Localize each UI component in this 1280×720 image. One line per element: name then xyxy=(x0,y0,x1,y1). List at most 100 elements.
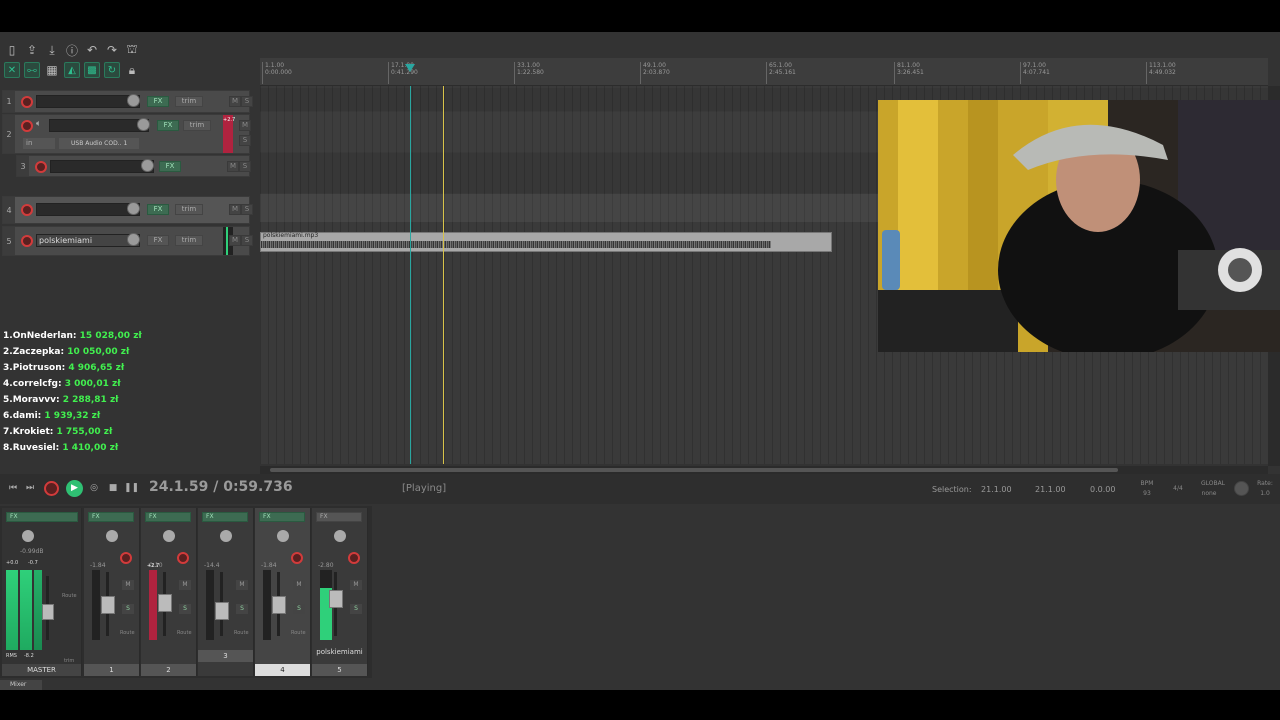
track-name-field[interactable] xyxy=(50,160,154,173)
record-arm-button[interactable] xyxy=(21,96,33,108)
pan-knob[interactable] xyxy=(22,530,34,542)
solo-button[interactable]: S xyxy=(241,235,253,246)
fx-button[interactable]: FX xyxy=(145,512,191,522)
time-signature[interactable]: 4/4 xyxy=(1168,485,1188,492)
fx-button[interactable]: FX xyxy=(147,235,169,246)
fx-button[interactable]: FX xyxy=(202,512,248,522)
volume-knob[interactable] xyxy=(127,202,140,215)
fx-button[interactable]: FX xyxy=(157,120,179,131)
grid-lines-icon[interactable]: ▩ xyxy=(84,62,100,78)
mixer-tab[interactable]: Mixer xyxy=(0,680,42,690)
input-device-select[interactable]: USB Audio COD.. 1 xyxy=(59,138,139,149)
pan-knob[interactable] xyxy=(334,530,346,542)
mute-button[interactable]: M xyxy=(229,235,241,246)
metronome-icon[interactable]: ⛫ xyxy=(124,42,140,58)
fx-button[interactable]: FX xyxy=(159,161,181,172)
trim-button[interactable]: trim xyxy=(183,120,211,131)
pan-knob[interactable] xyxy=(163,530,175,542)
record-arm-button[interactable] xyxy=(21,120,33,132)
save-project-icon[interactable]: ⤓ xyxy=(44,42,60,58)
solo-button[interactable]: S xyxy=(179,604,191,614)
record-button[interactable] xyxy=(44,481,59,496)
horizontal-scrollbar[interactable] xyxy=(260,466,1268,474)
volume-fader[interactable] xyxy=(329,590,343,608)
mixer-strip-3[interactable]: FX -14.4 M S Route 3 xyxy=(198,508,254,676)
pan-knob[interactable] xyxy=(277,530,289,542)
solo-button[interactable]: S xyxy=(293,604,305,614)
mute-button[interactable]: M xyxy=(227,161,239,172)
volume-knob[interactable] xyxy=(127,94,140,107)
route-button[interactable]: Route xyxy=(62,593,77,599)
solo-button[interactable]: S xyxy=(350,604,362,614)
selection-start[interactable]: 21.1.00 xyxy=(981,485,1012,494)
record-arm-button[interactable] xyxy=(348,552,360,564)
stop-icon[interactable]: ■ xyxy=(106,481,120,495)
track-4[interactable]: 4 FX trim M S xyxy=(2,196,253,224)
mute-button[interactable]: M xyxy=(122,580,134,590)
track-name-field[interactable] xyxy=(36,95,140,108)
mute-button[interactable]: M xyxy=(236,580,248,590)
timeline-ruler[interactable]: 1.1.00 0:00.000 17.1.00 0:41.290 33.1.00 1:… xyxy=(260,58,1268,86)
global-value[interactable]: none xyxy=(1198,490,1220,497)
track-1[interactable]: 1 FX trim M S xyxy=(2,90,253,113)
track-name-field[interactable] xyxy=(49,119,149,132)
route-button[interactable]: Route xyxy=(234,630,249,636)
volume-fader[interactable] xyxy=(158,594,172,612)
solo-button[interactable]: S xyxy=(236,604,248,614)
snap-grid-icon[interactable]: ▦ xyxy=(44,62,60,78)
input-toggle[interactable]: in xyxy=(23,138,55,149)
record-arm-button[interactable] xyxy=(177,552,189,564)
selection-end[interactable]: 21.1.00 xyxy=(1035,485,1066,494)
mute-button[interactable]: M xyxy=(239,120,251,131)
go-to-start-icon[interactable]: ⏮ xyxy=(6,481,20,495)
track-2[interactable]: 2 🔈︎ FX trim in USB Audio COD.. 1 +2.7 M… xyxy=(2,114,251,154)
mixer-strip-5[interactable]: FX -2.80 M S polskiemiami 5 xyxy=(312,508,368,676)
fx-button[interactable]: FX xyxy=(259,512,305,522)
record-arm-button[interactable] xyxy=(35,161,47,173)
solo-button[interactable]: S xyxy=(122,604,134,614)
solo-button[interactable]: S xyxy=(239,135,251,146)
mute-button[interactable]: M xyxy=(229,204,241,215)
project-settings-icon[interactable]: ⓘ xyxy=(64,42,80,58)
fx-button[interactable]: FX xyxy=(6,512,78,522)
redo-icon[interactable]: ↷ xyxy=(104,42,120,58)
fx-button[interactable]: FX xyxy=(147,96,169,107)
selection-length[interactable]: 0.0.00 xyxy=(1090,485,1115,494)
lock-icon[interactable]: 🔒︎ xyxy=(124,62,140,78)
mute-button[interactable]: M xyxy=(179,580,191,590)
record-arm-button[interactable] xyxy=(120,552,132,564)
route-button[interactable]: Route xyxy=(120,630,135,636)
trim-button[interactable]: trim xyxy=(175,204,203,215)
record-arm-button[interactable] xyxy=(21,235,33,247)
ripple-editing-icon[interactable]: ✕ xyxy=(4,62,20,78)
rate-value[interactable]: 1.0 xyxy=(1254,490,1276,497)
scrollbar-thumb[interactable] xyxy=(270,468,1118,472)
volume-fader[interactable] xyxy=(101,596,115,614)
rate-knob[interactable] xyxy=(1234,481,1249,496)
repeat-icon[interactable]: ◎ xyxy=(87,481,101,495)
mixer-strip-4[interactable]: FX -1.84 M S Route 4 xyxy=(255,508,311,676)
solo-button[interactable]: S xyxy=(241,204,253,215)
mixer-strip-2[interactable]: FX -0.10 +2.7 M S Route 2 xyxy=(141,508,197,676)
trim-button[interactable]: trim xyxy=(175,96,203,107)
pause-icon[interactable]: ❚❚ xyxy=(124,481,139,495)
new-project-icon[interactable]: ▯ xyxy=(4,42,20,58)
master-strip[interactable]: FX -0.99dB +0.0 -0.7 RMS -8.2 Route trim… xyxy=(2,508,82,676)
fx-button[interactable]: FX xyxy=(88,512,134,522)
solo-button[interactable]: S xyxy=(241,96,253,107)
open-project-icon[interactable]: ⇪ xyxy=(24,42,40,58)
route-button[interactable]: Route xyxy=(291,630,306,636)
volume-knob[interactable] xyxy=(137,118,150,131)
volume-knob[interactable] xyxy=(127,233,140,246)
track-5[interactable]: 5 polskiemiami FX trim M S xyxy=(2,226,253,256)
route-button[interactable]: Route xyxy=(177,630,192,636)
volume-fader[interactable] xyxy=(272,596,286,614)
mute-button[interactable]: M xyxy=(350,580,362,590)
master-fader[interactable] xyxy=(42,604,54,620)
mixer-strip-1[interactable]: FX -1.84 M S Route 1 xyxy=(84,508,140,676)
record-arm-button[interactable] xyxy=(291,552,303,564)
record-arm-button[interactable] xyxy=(21,204,33,216)
track-3[interactable]: 3 FX M S xyxy=(16,155,251,177)
volume-knob[interactable] xyxy=(141,159,154,172)
play-cursor-marker[interactable] xyxy=(405,64,415,72)
